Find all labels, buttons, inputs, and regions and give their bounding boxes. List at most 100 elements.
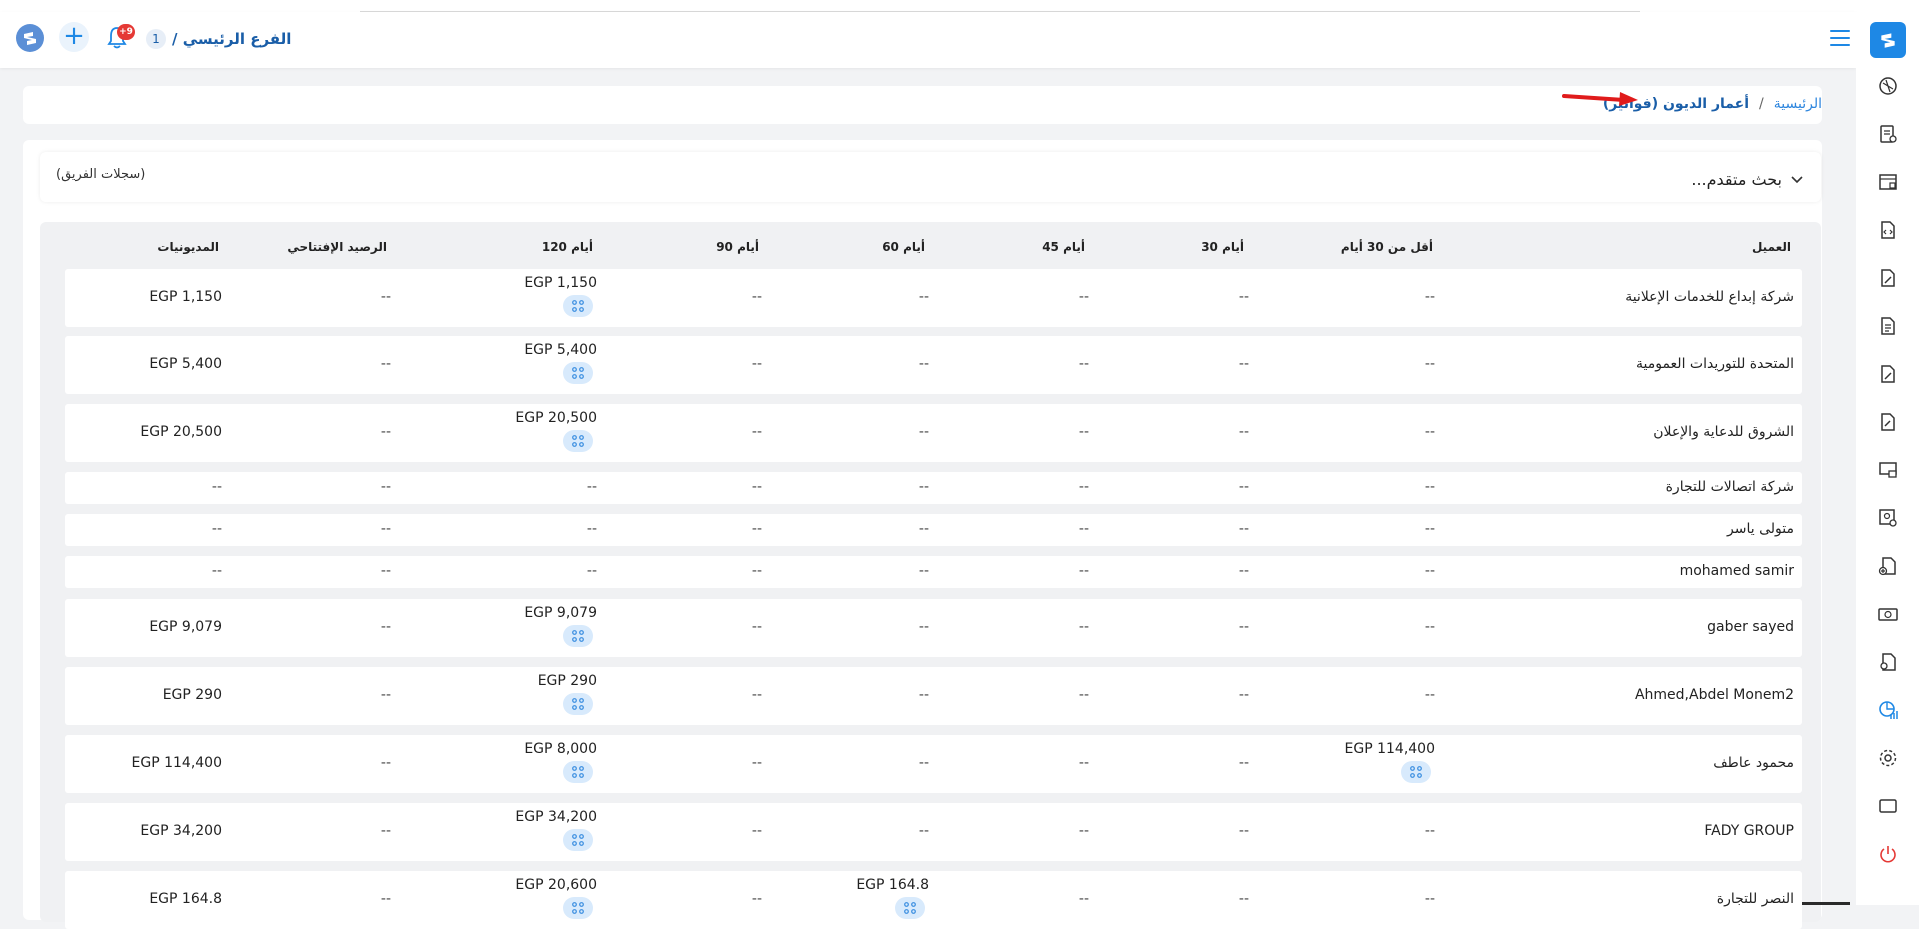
cell-d90: --	[751, 563, 762, 579]
app-logo-icon[interactable]	[16, 24, 44, 52]
invoice-details-icon[interactable]	[563, 761, 593, 783]
cell-d30: --	[1238, 356, 1249, 372]
cell-d120: EGP 9,079	[524, 605, 597, 621]
invoice-details-icon[interactable]	[563, 897, 593, 919]
invoice-details-icon[interactable]	[563, 295, 593, 317]
column-header-opening-balance: الرصيد الإفتتاحي	[287, 240, 387, 254]
add-document-icon[interactable]	[1876, 554, 1900, 578]
branch-selector[interactable]: الفرع الرئيسي / 1	[146, 29, 291, 49]
invoice-details-icon[interactable]	[563, 430, 593, 452]
document-user-icon[interactable]	[1876, 650, 1900, 674]
cell-d45: --	[1078, 823, 1089, 839]
cell-d90: --	[751, 356, 762, 372]
cell-d90: --	[751, 755, 762, 771]
cell-client: FADY GROUP	[1704, 823, 1794, 839]
sidebar-logo-icon[interactable]	[1870, 22, 1906, 58]
invoice-details-icon[interactable]	[1401, 761, 1431, 783]
cell-lt30: --	[1424, 521, 1435, 537]
table-row[interactable]	[65, 269, 1802, 327]
table-row[interactable]	[65, 599, 1802, 657]
advanced-search-toggle[interactable]: بحث متقدم...	[1691, 170, 1804, 189]
invoices-icon[interactable]	[1876, 122, 1900, 146]
cell-d120: EGP 1,150	[524, 275, 597, 291]
breadcrumb-home-link[interactable]: الرئيسية	[1774, 96, 1822, 112]
cell-opening: --	[380, 424, 391, 440]
menu-toggle-icon[interactable]	[1830, 30, 1850, 46]
cell-opening: --	[380, 563, 391, 579]
cell-d120: EGP 34,200	[515, 809, 597, 825]
cell-lt30: --	[1424, 687, 1435, 703]
dashboard-icon[interactable]	[1876, 74, 1900, 98]
cell-d45: --	[1078, 687, 1089, 703]
column-header-45: 45 أيام	[1042, 240, 1085, 254]
column-header-debts: المديونيات	[157, 240, 219, 254]
cell-d60: --	[918, 755, 929, 771]
cell-client: متولى ياسر	[1727, 521, 1794, 537]
invoice-details-icon[interactable]	[563, 362, 593, 384]
pos-icon[interactable]	[1876, 458, 1900, 482]
cell-debts: EGP 20,500	[140, 424, 222, 440]
table-row[interactable]	[65, 871, 1802, 929]
table-row[interactable]	[65, 735, 1802, 793]
invoice-details-icon[interactable]	[563, 829, 593, 851]
team-records-label[interactable]: (سجلات الفريق)	[56, 167, 145, 182]
cell-d30: --	[1238, 289, 1249, 305]
cell-d45: --	[1078, 479, 1089, 495]
cell-debts: EGP 5,400	[149, 356, 222, 372]
cell-d45: --	[1078, 424, 1089, 440]
cash-icon[interactable]	[1876, 602, 1900, 626]
reports-icon[interactable]	[1876, 698, 1900, 722]
table-row[interactable]	[65, 336, 1802, 394]
cell-d45: --	[1078, 563, 1089, 579]
advanced-search-label: بحث متقدم...	[1691, 170, 1782, 189]
column-header-lt30: أقل من 30 أيام	[1340, 240, 1433, 254]
cell-client: الشروق للدعاية والإعلان	[1653, 424, 1794, 440]
top-strip	[0, 0, 1919, 12]
invoice-details-icon[interactable]	[895, 897, 925, 919]
cell-lt30: EGP 114,400	[1344, 741, 1435, 757]
cell-client: المتحدة للتوريدات العمومية	[1636, 356, 1794, 372]
document-edit-icon[interactable]	[1876, 266, 1900, 290]
cell-d45: --	[1078, 755, 1089, 771]
cell-d90: --	[751, 521, 762, 537]
table-row[interactable]	[65, 556, 1802, 588]
column-header-120: 120 أيام	[541, 240, 593, 254]
table-row[interactable]	[65, 472, 1802, 504]
cell-opening: --	[380, 356, 391, 372]
cell-opening: --	[380, 823, 391, 839]
table-row[interactable]	[65, 514, 1802, 546]
cell-d60: --	[918, 356, 929, 372]
cell-lt30: --	[1424, 619, 1435, 635]
cell-d90: --	[751, 289, 762, 305]
column-header-client: العميل	[1751, 240, 1791, 254]
document-code-icon[interactable]	[1876, 218, 1900, 242]
cell-d120: EGP 20,500	[515, 410, 597, 426]
cell-d90: --	[751, 687, 762, 703]
store-icon[interactable]	[1876, 170, 1900, 194]
cell-debts: EGP 114,400	[131, 755, 222, 771]
cell-d30: --	[1238, 563, 1249, 579]
document-list-icon[interactable]	[1876, 314, 1900, 338]
cell-d60: --	[918, 687, 929, 703]
document-draw-icon[interactable]	[1876, 410, 1900, 434]
table-row[interactable]	[65, 803, 1802, 861]
settings-gear-icon[interactable]	[1876, 746, 1900, 770]
contacts-icon[interactable]	[1876, 506, 1900, 530]
sidebar	[1856, 12, 1919, 905]
table-row[interactable]	[65, 404, 1802, 462]
document-pen-icon[interactable]	[1876, 362, 1900, 386]
cell-d60: --	[918, 823, 929, 839]
invoice-details-icon[interactable]	[563, 625, 593, 647]
add-button[interactable]: +	[59, 22, 89, 52]
branch-name: الفرع الرئيسي /	[172, 30, 292, 48]
cell-opening: --	[380, 619, 391, 635]
branch-number: 1	[146, 29, 166, 49]
table-row[interactable]	[65, 667, 1802, 725]
cell-client: شركة إبداع للخدمات الإعلانية	[1625, 289, 1794, 305]
power-icon[interactable]	[1876, 842, 1900, 866]
cell-lt30: --	[1424, 289, 1435, 305]
cell-d90: --	[751, 424, 762, 440]
invoice-details-icon[interactable]	[563, 693, 593, 715]
window-icon[interactable]	[1876, 794, 1900, 818]
cell-debts: EGP 290	[162, 687, 222, 703]
